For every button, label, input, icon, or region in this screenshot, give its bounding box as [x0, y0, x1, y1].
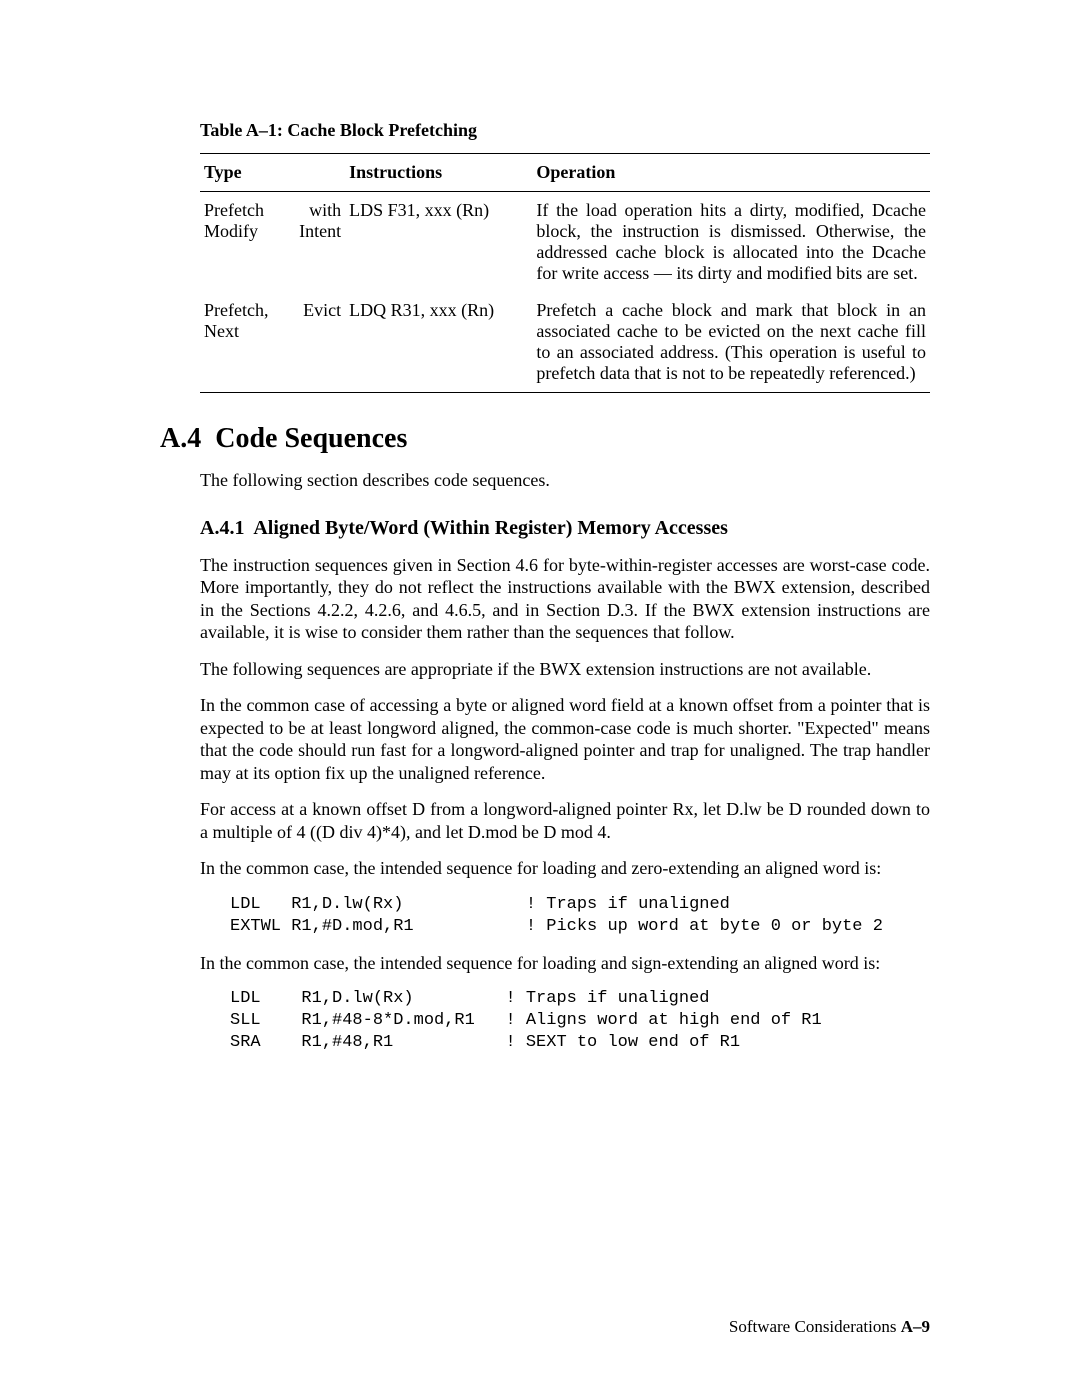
- section-heading: A.4 Code Sequences: [160, 423, 930, 455]
- subsection-heading: A.4.1 Aligned Byte/Word (Within Register…: [200, 517, 930, 540]
- code-block: LDL R1,D.lw(Rx) ! Traps if unaligned SLL…: [230, 988, 930, 1054]
- cache-prefetching-table: Type Instructions Operation Prefetch wit…: [200, 153, 930, 393]
- table-row: Prefetch, Evict Next LDQ R31, xxx (Rn) P…: [200, 292, 930, 393]
- subsection-title: Aligned Byte/Word (Within Register) Memo…: [253, 517, 728, 539]
- section-intro: The following section describes code seq…: [200, 469, 930, 492]
- paragraph: In the common case of accessing a byte o…: [200, 694, 930, 784]
- table-caption: Table A–1: Cache Block Prefetching: [200, 120, 930, 141]
- footer-text: Software Considerations: [729, 1317, 897, 1336]
- paragraph: In the common case, the intended sequenc…: [200, 857, 930, 880]
- cell-operation: If the load operation hits a dirty, modi…: [532, 192, 930, 293]
- cell-type: Prefetch with Modify Intent: [200, 192, 345, 293]
- cell-operation: Prefetch a cache block and mark that blo…: [532, 292, 930, 393]
- cell-type: Prefetch, Evict Next: [200, 292, 345, 393]
- paragraph: For access at a known offset D from a lo…: [200, 798, 930, 843]
- page-footer: Software Considerations A–9: [729, 1317, 930, 1337]
- table-row: Prefetch with Modify Intent LDS F31, xxx…: [200, 192, 930, 293]
- section-title: Code Sequences: [215, 423, 407, 454]
- th-instructions: Instructions: [345, 154, 532, 192]
- cell-instructions: LDQ R31, xxx (Rn): [345, 292, 532, 393]
- th-operation: Operation: [532, 154, 930, 192]
- paragraph: The following sequences are appropriate …: [200, 658, 930, 681]
- section-number: A.4: [160, 423, 201, 454]
- code-block: LDL R1,D.lw(Rx) ! Traps if unaligned EXT…: [230, 894, 930, 938]
- footer-page: A–9: [901, 1317, 930, 1336]
- cell-instructions: LDS F31, xxx (Rn): [345, 192, 532, 293]
- subsection-number: A.4.1: [200, 517, 244, 539]
- th-type: Type: [200, 154, 345, 192]
- paragraph: In the common case, the intended sequenc…: [200, 952, 930, 975]
- paragraph: The instruction sequences given in Secti…: [200, 554, 930, 644]
